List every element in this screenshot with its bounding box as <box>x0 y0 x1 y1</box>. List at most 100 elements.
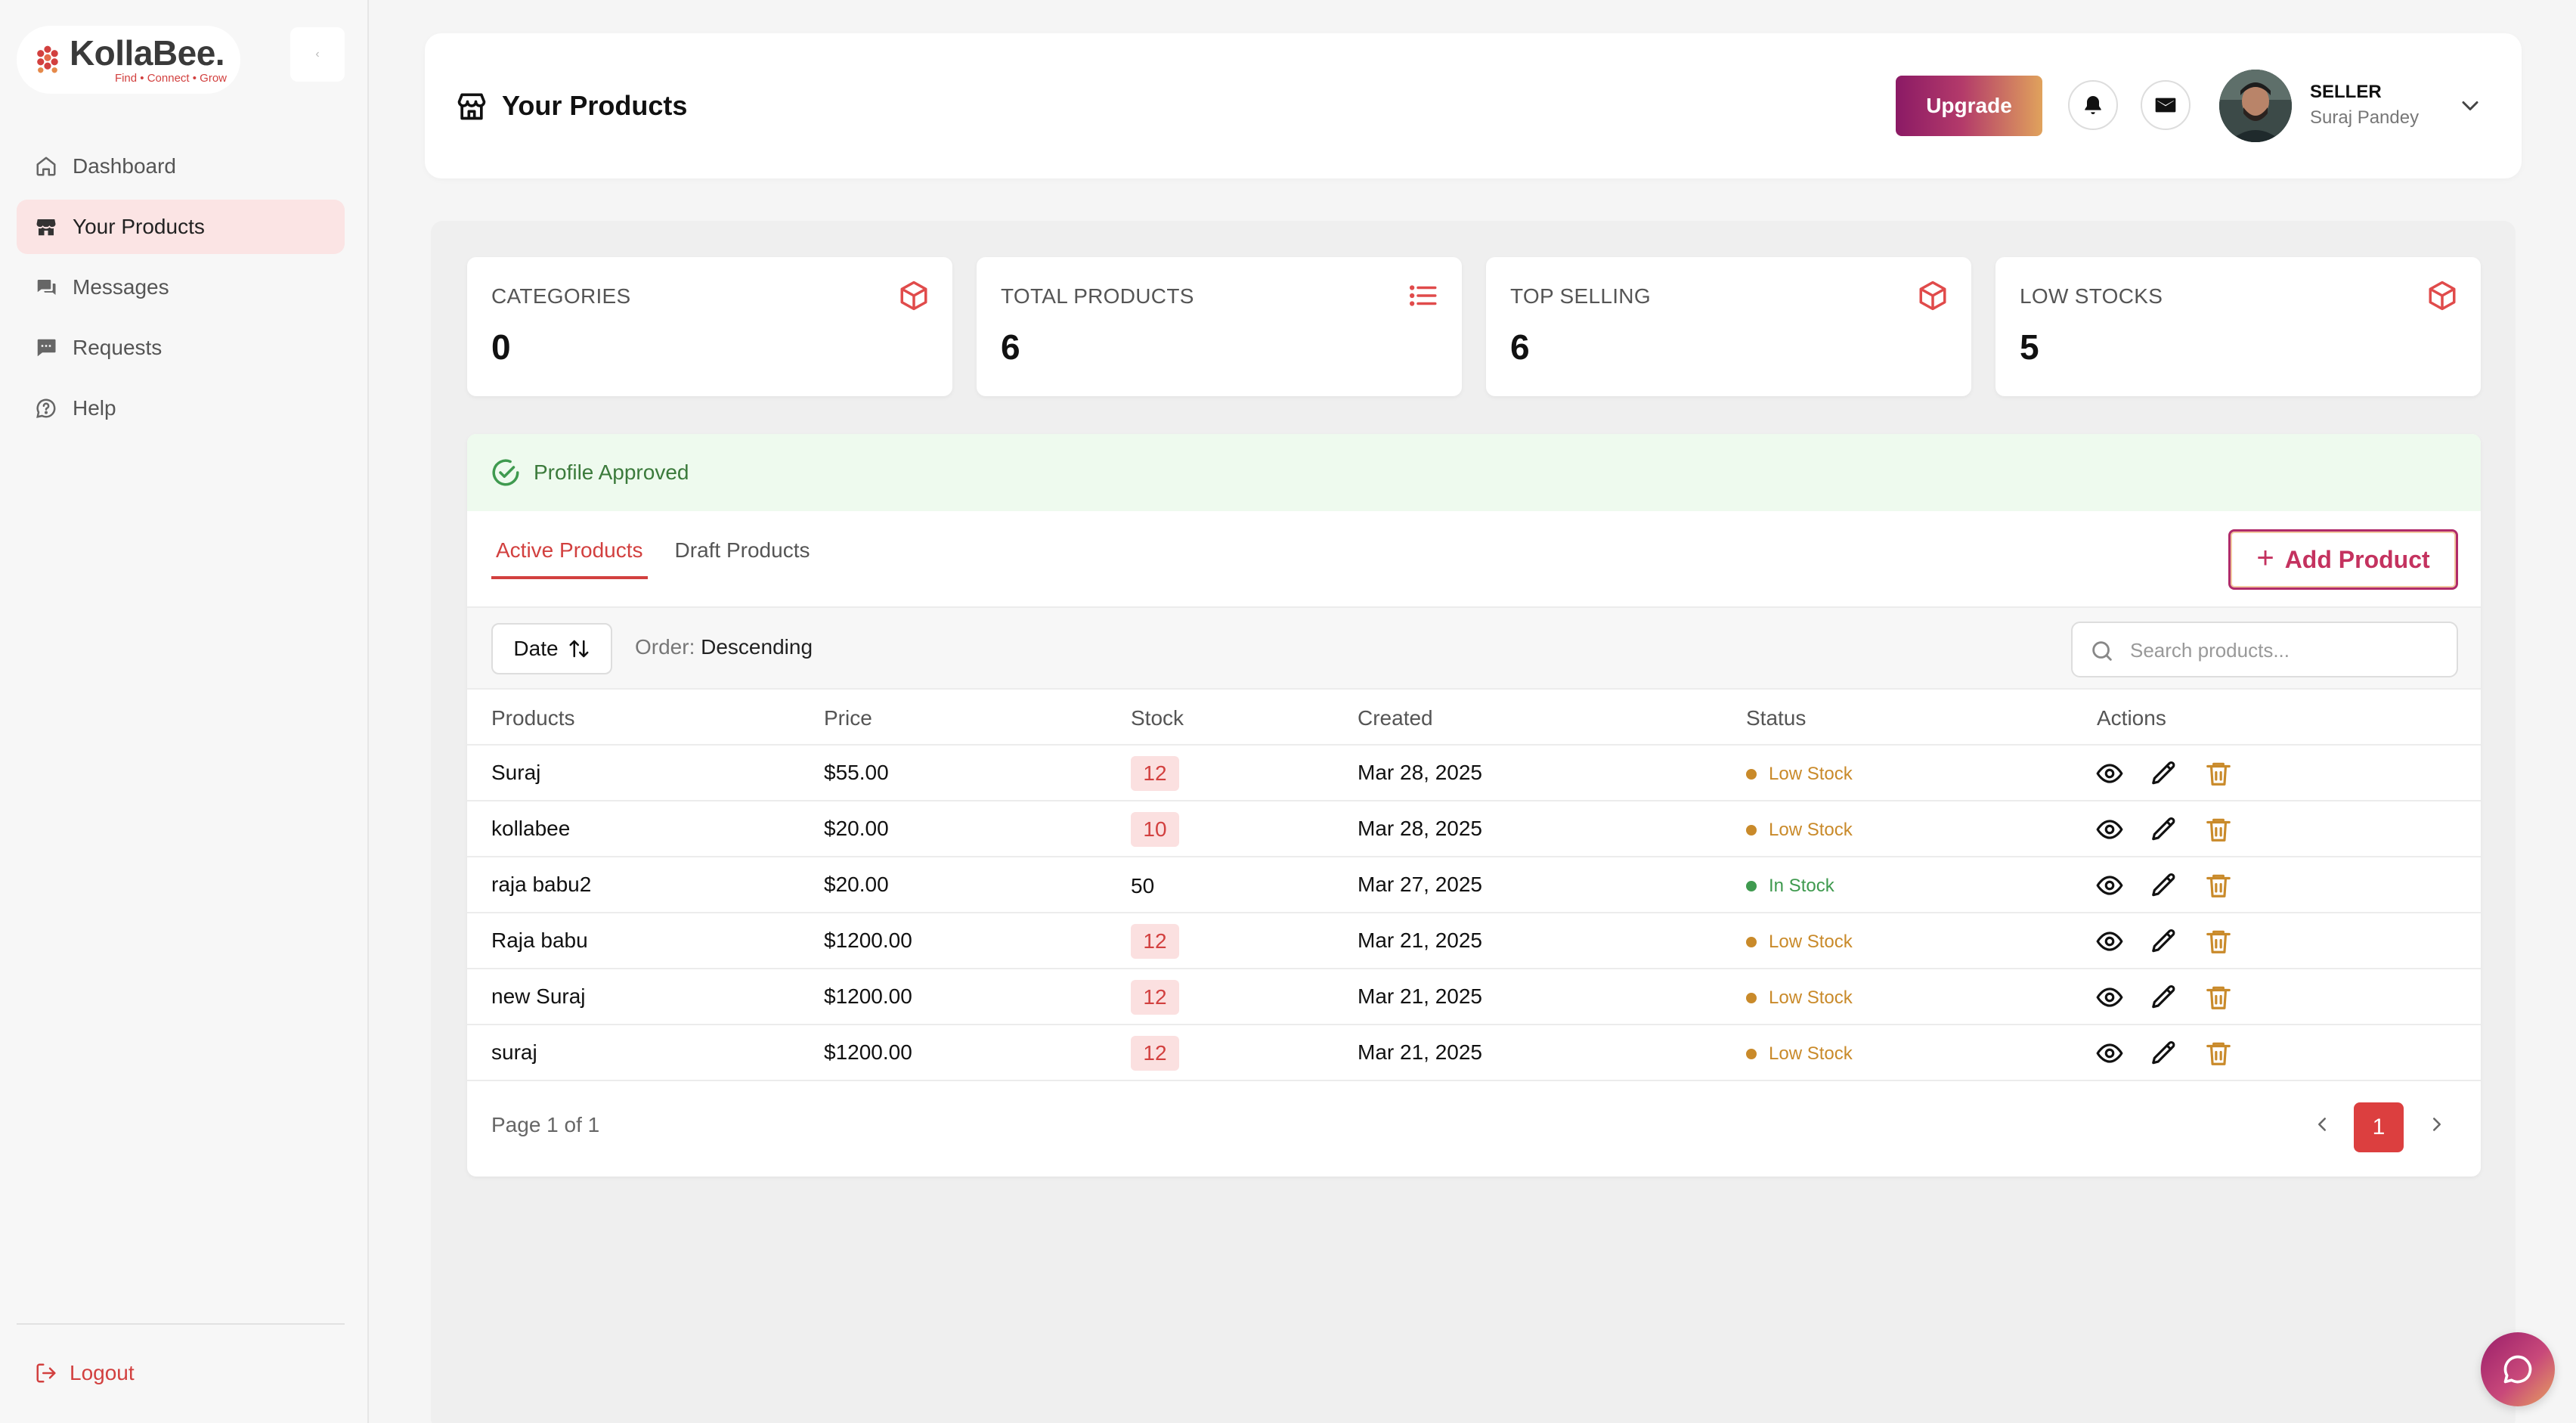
product-price: $20.00 <box>824 817 889 840</box>
status-dot <box>1746 881 1757 891</box>
delete-product-button[interactable] <box>2204 759 2233 788</box>
sidebar-item-dashboard[interactable]: Dashboard <box>17 139 345 194</box>
stock-badge: 12 <box>1131 980 1179 1015</box>
page-info: Page 1 of 1 <box>491 1113 600 1136</box>
sidebar-item-messages[interactable]: Messages <box>17 260 345 315</box>
prev-page-button[interactable] <box>2307 1105 2337 1143</box>
chat-support-button[interactable] <box>2481 1332 2555 1406</box>
logout-icon <box>36 1363 56 1383</box>
table-row[interactable]: Raja babu $1200.00 12 Mar 21, 2025 Low S… <box>467 913 2481 969</box>
tab-active-products[interactable]: Active Products <box>491 523 648 579</box>
view-product-button[interactable] <box>2095 927 2124 956</box>
user-role: SELLER <box>2310 82 2382 102</box>
add-product-button[interactable]: + Add Product <box>2228 529 2458 590</box>
table-row[interactable]: suraj $1200.00 12 Mar 21, 2025 Low Stock <box>467 1025 2481 1081</box>
page-title-text: Your Products <box>502 90 688 121</box>
box-icon <box>1919 281 1946 311</box>
sort-date-button[interactable]: Date <box>491 623 612 674</box>
chevron-down-icon[interactable] <box>2457 92 2484 119</box>
sidebar-item-help[interactable]: Help <box>17 381 345 436</box>
store-outline-icon <box>457 93 486 120</box>
pencil-icon <box>2150 1039 2178 1068</box>
stat-value: 5 <box>2020 327 2039 367</box>
pencil-icon <box>2150 871 2178 900</box>
sidebar-item-label: Requests <box>73 336 163 359</box>
delete-product-button[interactable] <box>2204 927 2233 956</box>
user-avatar[interactable] <box>2219 70 2292 142</box>
table-row[interactable]: kollabee $20.00 10 Mar 28, 2025 Low Stoc… <box>467 801 2481 857</box>
logout-button[interactable]: Logout <box>35 1361 135 1385</box>
sidebar-item-your-products[interactable]: Your Products <box>17 200 345 254</box>
eye-icon <box>2095 1039 2124 1068</box>
pencil-icon <box>2150 983 2178 1012</box>
view-product-button[interactable] <box>2095 871 2124 900</box>
trash-icon <box>2204 927 2233 956</box>
status-text: In Stock <box>1769 876 1834 896</box>
delete-product-button[interactable] <box>2204 983 2233 1012</box>
next-page-button[interactable] <box>2422 1105 2452 1143</box>
box-icon <box>2429 281 2456 311</box>
sidebar-item-requests[interactable]: Requests <box>17 321 345 375</box>
page-title: Your Products <box>455 33 687 178</box>
status-dot <box>1746 1049 1757 1059</box>
sort-label: Date <box>513 637 559 660</box>
stat-card-categories: CATEGORIES 0 <box>467 257 952 396</box>
edit-product-button[interactable] <box>2150 1039 2178 1068</box>
delete-product-button[interactable] <box>2204 815 2233 844</box>
table-row[interactable]: new Suraj $1200.00 12 Mar 21, 2025 Low S… <box>467 969 2481 1025</box>
check-circle-icon <box>492 459 519 486</box>
mail-icon <box>2155 98 2176 113</box>
product-name: suraj <box>491 1040 537 1064</box>
view-product-button[interactable] <box>2095 759 2124 788</box>
status-text: Low Stock <box>1769 987 1853 1008</box>
order-value: Descending <box>701 635 813 659</box>
delete-product-button[interactable] <box>2204 871 2233 900</box>
table-header: Products Price Stock Created Status Acti… <box>467 690 2481 746</box>
trash-icon <box>2204 815 2233 844</box>
stat-label: TOTAL PRODUCTS <box>1001 284 1194 308</box>
approved-text: Profile Approved <box>534 460 689 484</box>
delete-product-button[interactable] <box>2204 1039 2233 1068</box>
status-badge: Low Stock <box>1746 987 1853 1009</box>
page-number-button[interactable]: 1 <box>2354 1102 2404 1152</box>
product-created: Mar 21, 2025 <box>1358 929 1482 952</box>
message-square-icon <box>37 339 56 357</box>
product-created: Mar 28, 2025 <box>1358 817 1482 840</box>
product-price: $20.00 <box>824 873 889 896</box>
tab-draft-products[interactable]: Draft Products <box>670 523 815 579</box>
status-badge: Low Stock <box>1746 1043 1853 1065</box>
sidebar-collapse-button[interactable]: ‹ <box>290 27 345 82</box>
edit-product-button[interactable] <box>2150 759 2178 788</box>
view-product-button[interactable] <box>2095 815 2124 844</box>
search-input[interactable] <box>2130 631 2448 670</box>
edit-product-button[interactable] <box>2150 815 2178 844</box>
status-dot <box>1746 825 1757 836</box>
product-created: Mar 28, 2025 <box>1358 761 1482 784</box>
table-row[interactable]: Suraj $55.00 12 Mar 28, 2025 Low Stock <box>467 746 2481 801</box>
view-product-button[interactable] <box>2095 983 2124 1012</box>
product-name: Suraj <box>491 761 541 784</box>
edit-product-button[interactable] <box>2150 983 2178 1012</box>
table-row[interactable]: raja babu2 $20.00 50 Mar 27, 2025 In Sto… <box>467 857 2481 913</box>
status-badge: Low Stock <box>1746 932 1853 953</box>
edit-product-button[interactable] <box>2150 927 2178 956</box>
sidebar-nav: Dashboard Your Products Messages Request… <box>17 139 345 442</box>
eye-icon <box>2095 759 2124 788</box>
top-header: Your Products Upgrade SELLER Suraj Pande… <box>425 33 2522 178</box>
avatar-portrait-icon <box>2219 70 2292 142</box>
product-name: Raja babu <box>491 929 588 952</box>
mail-button[interactable] <box>2141 80 2191 130</box>
logo-wordmark: KollaBee. <box>69 33 225 73</box>
logout-label: Logout <box>70 1361 135 1384</box>
edit-product-button[interactable] <box>2150 871 2178 900</box>
kollabee-logo[interactable]: KollaBee. Find • Connect • Grow <box>17 26 240 94</box>
stock-badge: 10 <box>1131 812 1179 847</box>
notifications-button[interactable] <box>2068 80 2118 130</box>
stock-badge: 12 <box>1131 1036 1179 1071</box>
chat-bubbles-icon <box>36 280 56 295</box>
eye-icon <box>2095 871 2124 900</box>
status-dot <box>1746 769 1757 780</box>
upgrade-button[interactable]: Upgrade <box>1896 76 2042 136</box>
view-product-button[interactable] <box>2095 1039 2124 1068</box>
column-header-actions: Actions <box>2097 706 2166 730</box>
